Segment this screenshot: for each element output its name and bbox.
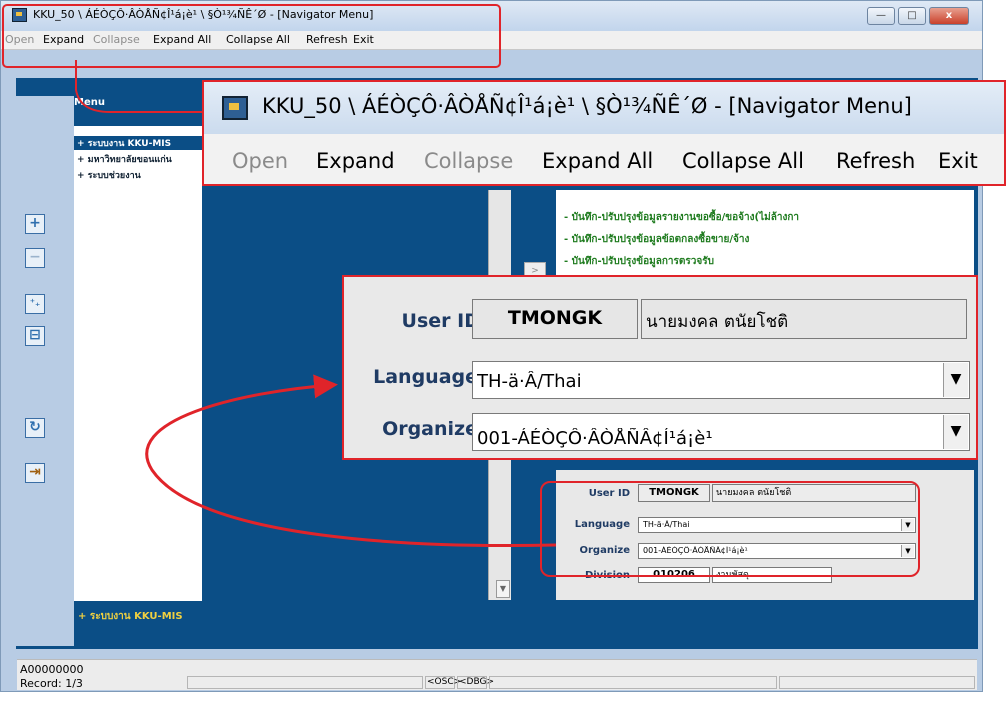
zoomed-user-name-field: นายมงคล ตนัยโชติ	[641, 299, 967, 339]
zoomed-menu-collapse: Collapse	[424, 149, 514, 173]
zoomed-organize-select: 001-ÁÉÒÇÔ·ÂÒÅÑÂ¢Í¹á¡è¹ ▼	[472, 413, 970, 451]
zoomed-window-title: KKU_50 \ ÁÉÒÇÔ·ÂÒÅÑ¢Î¹á¡è¹ \ §Ò¹¾ÑÊ´Ø - …	[262, 94, 912, 118]
zoomed-menu-collapse-all: Collapse All	[682, 149, 804, 173]
app-icon	[222, 96, 248, 120]
zoomed-menu-open: Open	[232, 149, 289, 173]
chevron-down-icon: ▼	[943, 363, 968, 397]
zoomed-language-label: Language	[373, 366, 478, 388]
zoomed-title-bar: KKU_50 \ ÁÉÒÇÔ·ÂÒÅÑ¢Î¹á¡è¹ \ §Ò¹¾ÑÊ´Ø - …	[204, 82, 1004, 134]
zoomed-organize-label: Organize	[382, 418, 478, 440]
zoomed-menu-refresh: Refresh	[836, 149, 916, 173]
zoomed-menu-exit: Exit	[938, 149, 978, 173]
chevron-down-icon: ▼	[943, 415, 968, 449]
zoomed-user-id-label: User ID	[401, 310, 480, 332]
zoomed-title-menu: KKU_50 \ ÁÉÒÇÔ·ÂÒÅÑ¢Î¹á¡è¹ \ §Ò¹¾ÑÊ´Ø - …	[202, 80, 1006, 186]
zoomed-user-id-field: TMONGK	[472, 299, 638, 339]
zoomed-organize-value: 001-ÁÉÒÇÔ·ÂÒÅÑÂ¢Í¹á¡è¹	[477, 428, 713, 449]
zoomed-menu-expand-all: Expand All	[542, 149, 654, 173]
zoomed-menu-expand: Expand	[316, 149, 395, 173]
zoomed-login-panel: User ID TMONGK นายมงคล ตนัยโชติ Language…	[342, 275, 978, 460]
zoomed-language-value: TH-ä·Â/Thai	[477, 371, 582, 392]
zoomed-language-select: TH-ä·Â/Thai ▼	[472, 361, 970, 399]
